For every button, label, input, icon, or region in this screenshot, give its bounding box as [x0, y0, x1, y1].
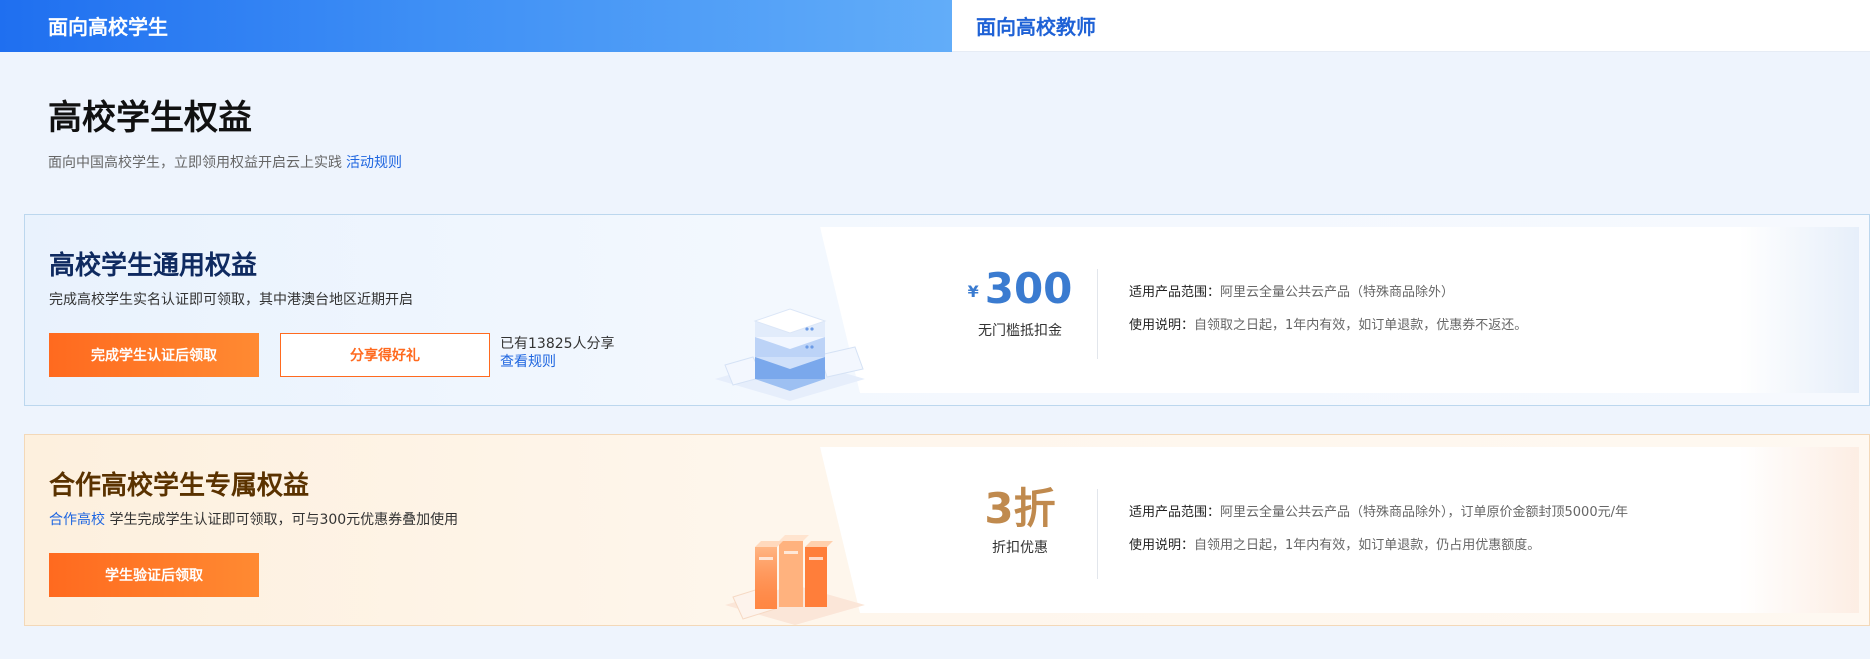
- scope-label: 适用产品范围：: [1129, 505, 1221, 520]
- tab-teachers-label: 面向高校教师: [976, 15, 1096, 39]
- tab-teachers[interactable]: 面向高校教师: [952, 0, 1870, 52]
- coupon-value: 300: [984, 264, 1073, 313]
- card-description: 完成高校学生实名认证即可领取，其中港澳台地区近期开启: [49, 292, 413, 308]
- partner-schools-link[interactable]: 合作高校: [49, 512, 105, 528]
- scope-label: 适用产品范围：: [1129, 285, 1221, 300]
- partner-school-benefit-card: 合作高校学生专属权益 合作高校 学生完成学生认证即可领取，可与300元优惠券叠加…: [24, 434, 1870, 626]
- discount-type-label: 折扣优惠: [992, 540, 1048, 556]
- verify-and-claim-button[interactable]: 完成学生认证后领取: [49, 333, 259, 377]
- page-subtitle: 面向中国高校学生，立即领用权益开启云上实践 活动规则: [48, 152, 402, 172]
- coupon-amount: ¥300 无门槛抵扣金: [895, 265, 1145, 340]
- currency-symbol: ¥: [967, 281, 979, 301]
- usage-label: 使用说明：: [1129, 538, 1195, 553]
- card-title: 合作高校学生专属权益: [49, 471, 310, 501]
- tab-students[interactable]: 面向高校学生: [0, 0, 952, 52]
- divider: [1097, 269, 1098, 359]
- audience-tabs: 面向高校学生 面向高校教师: [0, 0, 1870, 52]
- view-rules-link[interactable]: 查看规则: [500, 353, 615, 371]
- general-benefit-card: 高校学生通用权益 完成高校学生实名认证即可领取，其中港澳台地区近期开启 完成学生…: [24, 214, 1870, 406]
- card-title: 高校学生通用权益: [49, 251, 258, 281]
- verify-and-claim-button[interactable]: 学生验证后领取: [49, 553, 259, 597]
- server-illustration-icon: [715, 308, 865, 401]
- tab-students-label: 面向高校学生: [48, 15, 168, 39]
- activity-rules-link[interactable]: 活动规则: [346, 155, 402, 171]
- page-title: 高校学生权益: [48, 98, 252, 138]
- page-subtitle-text: 面向中国高校学生，立即领用权益开启云上实践: [48, 155, 342, 171]
- coupon-details: 适用产品范围：阿里云全量公共云产品（特殊商品除外） 使用说明：自领取之日起，1年…: [1129, 281, 1527, 347]
- divider: [1097, 489, 1098, 579]
- scope-value: 阿里云全量公共云产品（特殊商品除外），订单原价金额封顶5000元/年: [1220, 505, 1628, 520]
- card-description: 合作高校 学生完成学生认证即可领取，可与300元优惠券叠加使用: [49, 512, 459, 528]
- usage-value: 自领用之日起，1年内有效，如订单退款，仍占用优惠额度。: [1194, 538, 1541, 553]
- coupon-type-label: 无门槛抵扣金: [978, 322, 1062, 339]
- discount-details: 适用产品范围：阿里云全量公共云产品（特殊商品除外），订单原价金额封顶5000元/…: [1129, 501, 1628, 567]
- share-count: 已有13825人分享: [500, 336, 615, 352]
- usage-value: 自领取之日起，1年内有效，如订单退款，优惠券不返还。: [1194, 318, 1528, 333]
- share-info: 已有13825人分享 查看规则: [500, 335, 615, 371]
- discount-value: 3折: [984, 484, 1056, 533]
- usage-label: 使用说明：: [1129, 318, 1195, 333]
- scope-value: 阿里云全量公共云产品（特殊商品除外）: [1220, 285, 1455, 300]
- discount-amount: 3折 折扣优惠: [895, 485, 1145, 557]
- books-illustration-icon: [725, 535, 865, 625]
- share-gift-button[interactable]: 分享得好礼: [280, 333, 490, 377]
